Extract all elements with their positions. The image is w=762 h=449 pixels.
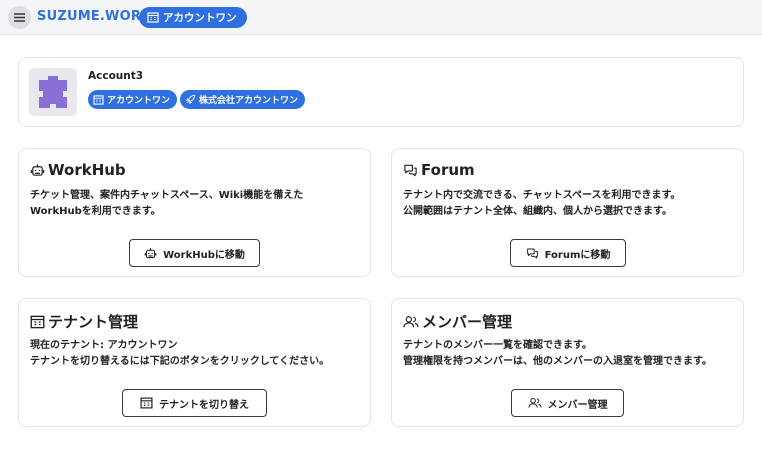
forum-desc-line-2: 公開範囲はテナント全体、組織内、個人から選択できます。 (403, 206, 672, 217)
tenant-desc-line-1: 現在のテナント: アカウントワン (30, 340, 178, 351)
workhub-title-text: WorkHub (48, 161, 126, 179)
account-org-chip-label: 株式会社アカウントワン (199, 96, 299, 106)
users-icon (528, 398, 541, 408)
building-icon (147, 12, 159, 23)
building-icon (93, 94, 104, 105)
go-to-workhub-button[interactable]: WorkHubに移動 (129, 239, 260, 267)
robot-icon (144, 247, 157, 258)
account-tenant-chip[interactable]: アカウントワン (88, 90, 178, 109)
tenant-desc-line-2: テナントを切り替えるには下記のボタンをクリックしてください。 (30, 356, 330, 367)
forum-card: Forum テナント内で交流できる、チャットスペースを利用できます。 公開範囲は… (391, 148, 744, 277)
member-management-title: メンバー管理 (403, 311, 512, 332)
building-icon (30, 315, 45, 328)
tenant-management-card: テナント管理 現在のテナント: アカウントワン テナントを切り替えるには下記のボ… (18, 298, 371, 427)
go-to-forum-button[interactable]: Forumに移動 (510, 239, 626, 267)
tenant-management-title: テナント管理 (30, 311, 138, 332)
member-management-card: メンバー管理 テナントのメンバー一覧を確認できます。 管理権限を持つメンバーは、… (391, 298, 744, 427)
go-to-forum-label: Forumに移動 (544, 249, 611, 261)
account-chips: アカウントワン 株式会社アカウントワン (88, 90, 306, 109)
account-tenant-chip-label: アカウントワン (107, 96, 171, 106)
avatar (29, 68, 77, 116)
forum-title-text: Forum (421, 161, 475, 179)
chat-bubbles-icon (404, 164, 417, 176)
workhub-desc-line-2: WorkHubを利用できます。 (30, 206, 161, 217)
go-to-workhub-label: WorkHubに移動 (163, 249, 245, 261)
member-desc-line-2: 管理権限を持つメンバーは、他のメンバーの入退室を管理できます。 (403, 356, 712, 367)
workhub-card: WorkHub チケット管理、案件内チャットスペース、Wiki機能を備えた Wo… (18, 148, 371, 277)
tenant-management-description: 現在のテナント: アカウントワン テナントを切り替えるには下記のボタンをクリック… (30, 338, 362, 370)
member-management-description: テナントのメンバー一覧を確認できます。 管理権限を持つメンバーは、他のメンバーの… (403, 338, 735, 370)
account-name: Account3 (88, 70, 144, 82)
rocket-icon (186, 94, 196, 104)
member-management-label: メンバー管理 (547, 399, 608, 411)
forum-description: テナント内で交流できる、チャットスペースを利用できます。 公開範囲はテナント全体… (403, 188, 735, 220)
switch-tenant-button[interactable]: テナントを切り替え (122, 389, 267, 417)
workhub-desc-line-1: チケット管理、案件内チャットスペース、Wiki機能を備えた (30, 190, 304, 201)
account-org-chip[interactable]: 株式会社アカウントワン (180, 90, 306, 109)
workhub-title: WorkHub (30, 161, 126, 179)
member-management-button[interactable]: メンバー管理 (511, 389, 624, 417)
tenant-chip-label: アカウントワン (163, 12, 237, 24)
forum-title: Forum (403, 161, 475, 179)
member-management-title-text: メンバー管理 (422, 313, 513, 331)
robot-icon (30, 163, 45, 176)
forum-desc-line-1: テナント内で交流できる、チャットスペースを利用できます。 (403, 190, 681, 201)
chat-bubbles-icon (526, 248, 538, 258)
switch-tenant-label: テナントを切り替え (159, 399, 249, 411)
menu-button[interactable] (8, 6, 31, 29)
users-icon (403, 315, 419, 327)
puzzle-avatar-icon (39, 76, 67, 108)
member-desc-line-1: テナントのメンバー一覧を確認できます。 (403, 340, 592, 351)
brand-logo[interactable]: SUZUME.WORK (37, 9, 151, 24)
building-icon (140, 397, 153, 409)
account-card: Account3 アカウントワン 株式会社アカウントワン (18, 57, 744, 127)
hamburger-menu-icon (14, 13, 25, 22)
tenant-management-title-text: テナント管理 (48, 313, 139, 331)
top-bar: SUZUME.WORK アカウントワン (0, 0, 762, 35)
current-tenant-chip[interactable]: アカウントワン (139, 7, 247, 28)
workhub-description: チケット管理、案件内チャットスペース、Wiki機能を備えた WorkHubを利用… (30, 188, 362, 220)
